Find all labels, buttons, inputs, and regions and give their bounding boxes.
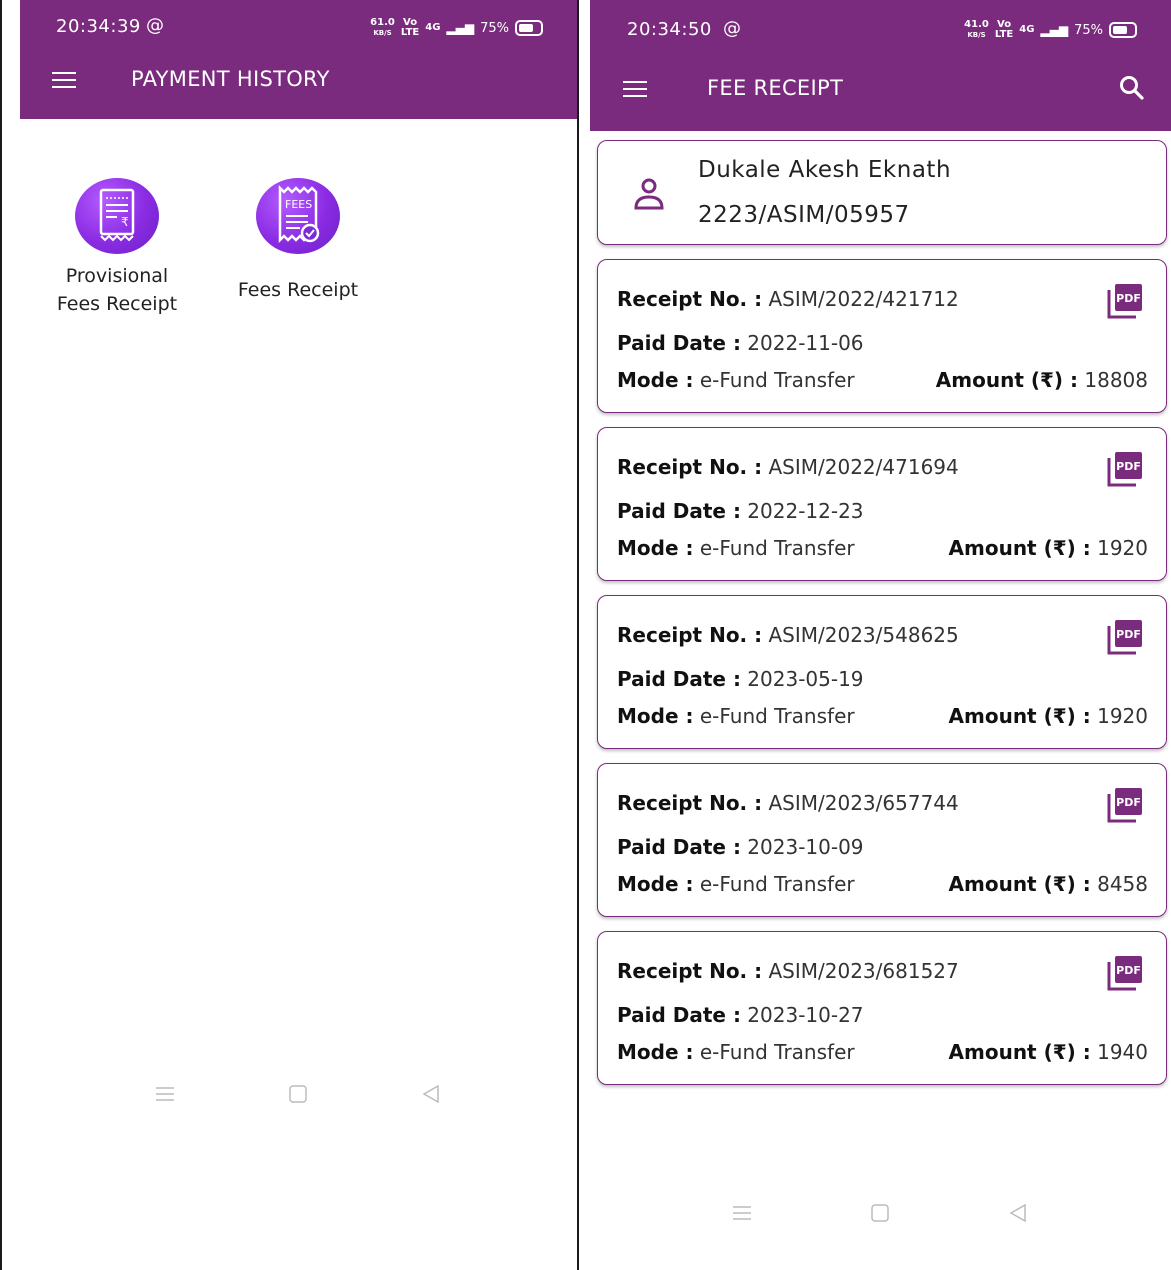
status-indicators: 41.0 KB/S Vo LTE 4G ▂▄▆ 75% [964,20,1137,40]
system-nav-bar [731,1203,1029,1223]
pdf-label: PDF [1116,460,1141,473]
battery-percent: 75% [1074,22,1103,38]
recents-icon[interactable] [731,1203,753,1223]
student-name: Dukale Akesh Eknath [698,157,952,183]
pdf-label: PDF [1116,292,1141,305]
app-bar: 20:34:39 @ 61.0 KB/S Vo LTE 4G ▂▄▆ 75% PAY… [20,0,577,119]
pdf-icon[interactable]: PDF [1106,450,1144,488]
fees-icon-text: FEES [285,198,312,211]
payment-mode: Mode : e-Fund Transfer [617,1040,855,1064]
pdf-label: PDF [1116,796,1141,809]
tile-fees-receipt[interactable]: FEES Fees Receipt [223,178,373,304]
network-icon: 4G [1019,24,1035,35]
receipt-number: Receipt No. : ASIM/2022/471694 [617,455,959,479]
student-id: 2223/ASIM/05957 [698,202,910,228]
receipt-number: Receipt No. : ASIM/2022/421712 [617,287,959,311]
signal-icon: ▂▄▆ [1040,23,1069,37]
signal-icon: ▂▄▆ [446,21,475,35]
paid-date: Paid Date : 2023-10-27 [617,1003,864,1027]
pdf-icon[interactable]: PDF [1106,954,1144,992]
payment-mode: Mode : e-Fund Transfer [617,368,855,392]
payment-mode: Mode : e-Fund Transfer [617,536,855,560]
receipt-card[interactable]: Receipt No. : ASIM/2023/657744 Paid Date … [597,763,1167,917]
receipt-number: Receipt No. : ASIM/2023/681527 [617,959,959,983]
back-icon[interactable] [1007,1203,1029,1223]
threads-icon: @ [723,18,742,39]
battery-icon [515,20,543,36]
receipt-card[interactable]: Receipt No. : ASIM/2022/471694 Paid Date … [597,427,1167,581]
system-nav-bar [154,1084,442,1104]
menu-icon[interactable] [52,72,76,90]
amount: Amount (₹) : 1920 [948,536,1148,560]
back-icon[interactable] [420,1084,442,1104]
fee-receipt-screen: 20:34:50 @ 41.0 KB/S Vo LTE 4G ▂▄▆ 75% FEE… [579,0,1171,1270]
search-icon[interactable] [1119,75,1145,101]
pdf-icon[interactable]: PDF [1106,282,1144,320]
pdf-icon[interactable]: PDF [1106,786,1144,824]
receipt-number: Receipt No. : ASIM/2023/657744 [617,791,959,815]
app-bar: 20:34:50 @ 41.0 KB/S Vo LTE 4G ▂▄▆ 75% FEE… [590,0,1171,131]
recents-icon[interactable] [154,1084,176,1104]
net-speed: 61.0 KB/S [370,17,395,38]
amount: Amount (₹) : 1940 [948,1040,1148,1064]
paid-date: Paid Date : 2023-05-19 [617,667,864,691]
pdf-icon[interactable]: PDF [1106,618,1144,656]
tile-label: Fees Receipt [237,279,359,301]
payment-mode: Mode : e-Fund Transfer [617,872,855,896]
status-indicators: 61.0 KB/S Vo LTE 4G ▂▄▆ 75% [370,18,543,38]
volte-icon: Vo LTE [400,17,420,38]
payment-history-screen: 20:34:39 @ 61.0 KB/S Vo LTE 4G ▂▄▆ 75% PAY… [2,0,577,1270]
menu-icon[interactable] [623,81,647,99]
status-time: 20:34:50 [627,19,712,40]
payment-mode: Mode : e-Fund Transfer [617,704,855,728]
paid-date: Paid Date : 2022-11-06 [617,331,864,355]
amount: Amount (₹) : 1920 [948,704,1148,728]
paid-date: Paid Date : 2022-12-23 [617,499,864,523]
battery-icon [1109,22,1137,38]
receipt-card[interactable]: Receipt No. : ASIM/2022/421712 Paid Date … [597,259,1167,413]
page-title: PAYMENT HISTORY [131,67,330,91]
receipt-card[interactable]: Receipt No. : ASIM/2023/681527 Paid Date … [597,931,1167,1085]
battery-percent: 75% [480,20,509,36]
amount: Amount (₹) : 18808 [935,368,1148,392]
net-speed: 41.0 KB/S [964,19,989,40]
fees-receipt-icon: FEES [256,178,340,254]
pdf-label: PDF [1116,964,1141,977]
status-time: 20:34:39 [56,16,141,37]
student-card: Dukale Akesh Eknath 2223/ASIM/05957 [597,140,1167,245]
amount: Amount (₹) : 8458 [948,872,1148,896]
svg-text:₹: ₹ [121,215,129,229]
home-icon[interactable] [287,1084,309,1104]
receipt-card[interactable]: Receipt No. : ASIM/2023/548625 Paid Date … [597,595,1167,749]
receipt-number: Receipt No. : ASIM/2023/548625 [617,623,959,647]
person-icon [634,178,664,210]
page-title: FEE RECEIPT [707,76,844,100]
tile-provisional-fees-receipt[interactable]: ₹ Provisional Fees Receipt [42,178,192,318]
tile-label: Provisional Fees Receipt [56,265,178,315]
volte-icon: Vo LTE [994,19,1014,40]
paid-date: Paid Date : 2023-10-09 [617,835,864,859]
pdf-label: PDF [1116,628,1141,641]
network-icon: 4G [425,22,441,33]
threads-icon: @ [146,15,165,36]
home-icon[interactable] [869,1203,891,1223]
receipt-rupee-icon: ₹ [75,178,159,254]
